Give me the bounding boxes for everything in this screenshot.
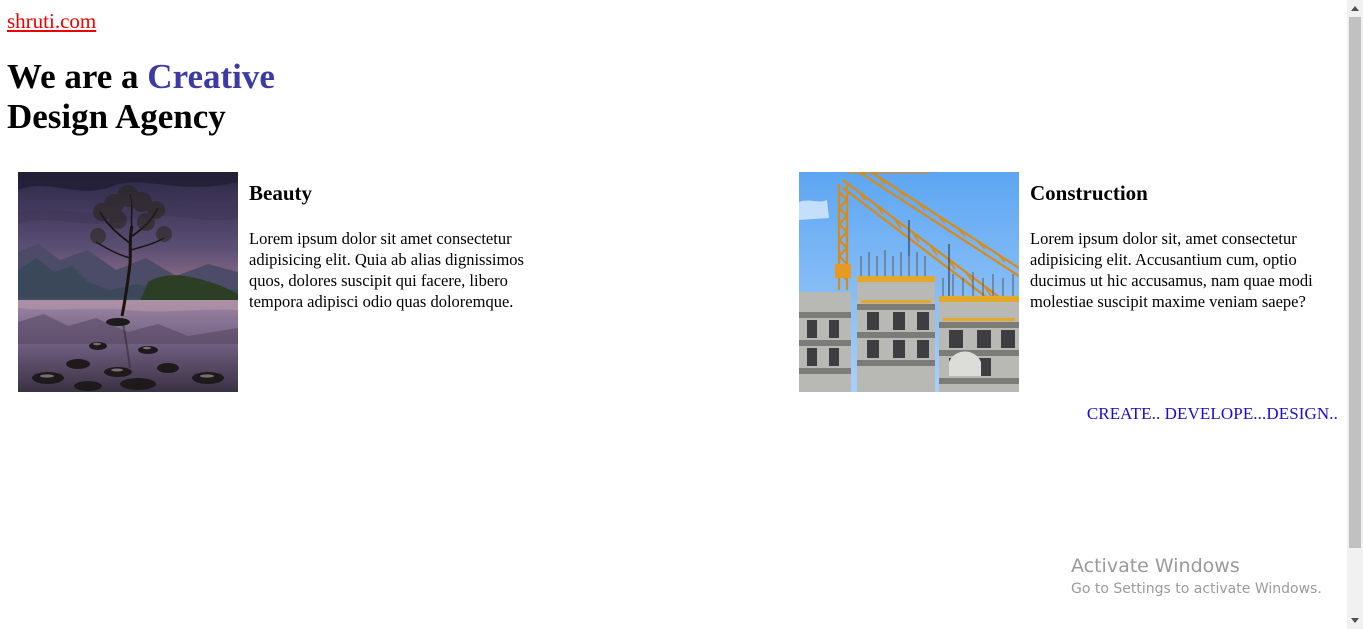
hero-title: We are a Creative Design Agency [7,57,275,137]
triangle-down-icon [1351,618,1359,623]
lake-tree-photo [18,172,238,392]
vertical-scrollbar[interactable] [1347,0,1363,629]
hero-line-2: Design Agency [7,97,226,136]
card-title: Beauty [249,181,312,205]
card-beauty-body: Beauty Lorem ipsum dolor sit amet consec… [249,180,524,312]
scrollbar-thumb[interactable] [1349,17,1361,548]
hero-prefix: We are a [7,57,148,96]
scroll-down-button[interactable] [1347,612,1363,629]
card-construction: Construction Lorem ipsum dolor sit, amet… [799,172,1344,392]
construction-image [799,172,1019,392]
construction-crane-photo [799,172,1019,392]
card-text: Lorem ipsum dolor sit amet consectetur a… [249,229,524,311]
card-text: Lorem ipsum dolor sit, amet consectetur … [1030,229,1313,311]
tagline: CREATE.. DEVELOPE...DESIGN.. [1086,404,1338,423]
card-construction-body: Construction Lorem ipsum dolor sit, amet… [1030,180,1313,312]
activate-windows-title: Activate Windows [1071,555,1240,577]
triangle-up-icon [1351,6,1359,11]
hero-accent: Creative [147,57,275,96]
activate-windows-watermark: Activate Windows Go to Settings to activ… [1071,554,1322,599]
card-beauty: Beauty Lorem ipsum dolor sit amet consec… [18,172,558,392]
beauty-image [18,172,238,392]
page: shruti.com We are a Creative Design Agen… [0,0,1347,629]
activate-windows-subtitle: Go to Settings to activate Windows. [1071,581,1322,597]
scroll-up-button[interactable] [1347,0,1363,17]
site-link[interactable]: shruti.com [7,8,96,34]
card-title: Construction [1030,181,1148,205]
